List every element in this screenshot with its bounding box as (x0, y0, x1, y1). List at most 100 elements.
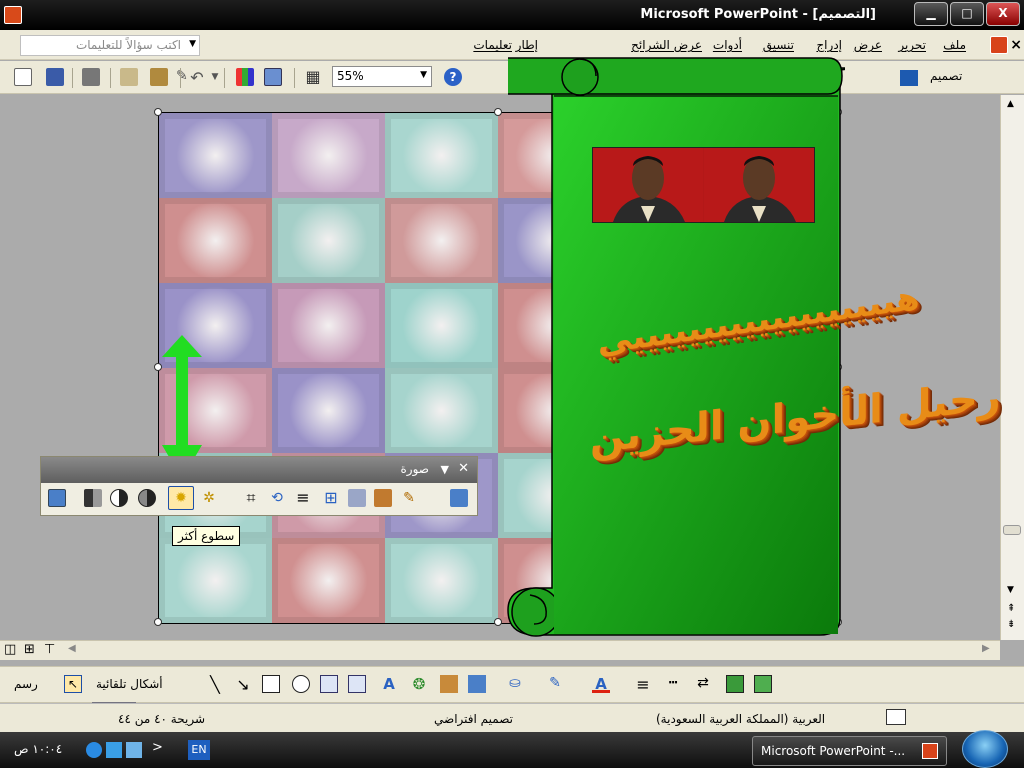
arrow-style-icon[interactable]: ⇄ (694, 675, 712, 693)
insert-picture-icon[interactable] (468, 675, 486, 693)
input-language[interactable]: EN (188, 740, 210, 760)
background-tile (272, 368, 385, 453)
font-color-icon[interactable]: A (592, 675, 610, 693)
selection-handle[interactable] (154, 618, 162, 626)
less-contrast-icon[interactable] (138, 489, 156, 507)
volume-icon[interactable] (106, 742, 122, 758)
background-tile (159, 113, 272, 198)
design-icon[interactable] (900, 70, 918, 86)
print-icon[interactable] (82, 68, 100, 86)
next-slide-icon[interactable]: ⇟ (1007, 619, 1015, 630)
portrait-photo[interactable] (592, 147, 815, 223)
status-bar: شريحة ٤٠ من ٤٤ تصميم افتراضي العربية (ال… (0, 703, 1024, 732)
menu-file[interactable]: ملف (943, 38, 966, 52)
display-icon[interactable] (126, 742, 142, 758)
recolor-picture-icon[interactable] (348, 489, 366, 507)
fill-color-icon[interactable]: ⛀ (506, 675, 524, 693)
paste-icon[interactable] (150, 68, 168, 86)
undo-icon[interactable]: ↶ (188, 68, 206, 87)
taskbar-powerpoint-button[interactable]: Microsoft PowerPoint -... (752, 736, 947, 766)
close-button[interactable]: X (986, 2, 1020, 26)
spelling-icon[interactable] (886, 709, 906, 725)
copy-icon[interactable] (120, 68, 138, 86)
autoshapes-menu[interactable]: أشكال تلقائية (96, 677, 163, 691)
wordart-icon[interactable]: A (380, 675, 398, 693)
powerpoint-app-icon[interactable] (4, 6, 22, 24)
view-buttons-bar: ◫ ⊞ ⊤ ◀ ▶ (0, 640, 1000, 660)
format-picture-icon[interactable] (374, 489, 392, 507)
menu-edit[interactable]: تحرير (898, 38, 926, 52)
clock[interactable]: ١٠:٠٤ ص (14, 742, 62, 756)
chevron-down-icon[interactable]: ▼ (441, 463, 449, 476)
insert-picture-icon[interactable] (48, 489, 66, 507)
shadow-style-icon[interactable] (726, 675, 744, 693)
scroll-down-icon[interactable]: ▼ (1007, 585, 1014, 595)
window-title: Microsoft PowerPoint - [التصميم] (640, 7, 876, 22)
close-icon[interactable]: ✕ (458, 461, 469, 476)
clip-art-icon[interactable] (440, 675, 458, 693)
line-color-icon[interactable]: ✎ (546, 675, 564, 693)
more-contrast-icon[interactable] (110, 489, 128, 507)
background-tile (159, 538, 272, 623)
vertical-text-box-icon[interactable] (348, 675, 366, 693)
select-objects-icon[interactable]: ↖ (64, 675, 82, 693)
less-brightness-icon[interactable]: ✲ (200, 489, 218, 507)
undo-dropdown-icon[interactable]: ▼ (206, 68, 224, 86)
scroll-right-icon[interactable]: ▶ (982, 643, 990, 654)
3d-style-icon[interactable] (754, 675, 772, 693)
picture-toolbar-header[interactable]: ✕ ▼ صورة (41, 457, 477, 483)
close-document-icon[interactable]: × (1010, 37, 1022, 53)
line-style-icon[interactable]: ≡ (634, 675, 652, 694)
more-brightness-icon[interactable]: ✹ (168, 486, 194, 510)
portrait-right (704, 148, 814, 222)
diagram-icon[interactable]: ❂ (410, 675, 428, 693)
color-mode-icon[interactable] (84, 489, 102, 507)
new-document-icon[interactable] (14, 68, 32, 86)
rotate-icon[interactable]: ⟲ (268, 489, 286, 507)
table-icon[interactable] (264, 68, 282, 86)
help-search-input[interactable]: اكتب سؤالاً للتعليمات ▼ (20, 35, 200, 56)
help-icon[interactable]: ? (444, 68, 462, 86)
compress-picture-icon[interactable]: ⊞ (322, 489, 340, 507)
grid-icon[interactable]: ▦ (304, 68, 322, 86)
maximize-button[interactable]: □ (950, 2, 984, 26)
reset-picture-icon[interactable] (450, 489, 468, 507)
draw-menu[interactable]: رسم (14, 677, 38, 691)
document-icon[interactable] (990, 36, 1008, 54)
minimize-button[interactable]: ▁ (914, 2, 948, 26)
background-tile (159, 198, 272, 283)
scroll-thumb[interactable] (1003, 525, 1021, 535)
scroll-left-icon[interactable]: ◀ (68, 643, 76, 654)
vertical-scrollbar[interactable]: ▲ ▼ ⇞ ⇟ (1000, 95, 1024, 640)
chart-icon[interactable] (236, 68, 254, 86)
save-icon[interactable] (46, 68, 64, 86)
oval-icon[interactable] (292, 675, 310, 693)
line-icon[interactable]: ╲ (206, 675, 224, 694)
set-transparent-color-icon[interactable]: ✎ (400, 489, 418, 507)
slide-counter: شريحة ٤٠ من ٤٤ (118, 712, 205, 726)
menu-view[interactable]: عرض (854, 38, 882, 52)
normal-view-icon[interactable]: ◫ (4, 642, 16, 657)
zoom-select[interactable]: 55% ▼ (332, 66, 432, 87)
background-tile (385, 113, 498, 198)
design-button[interactable]: تصميم (930, 69, 962, 83)
show-hidden-icons-icon[interactable]: > (152, 740, 163, 755)
rectangle-icon[interactable] (262, 675, 280, 693)
slideshow-icon[interactable]: ⊤ (44, 642, 55, 657)
crop-icon[interactable]: ⌗ (242, 489, 260, 507)
start-button[interactable] (962, 730, 1008, 768)
selection-handle[interactable] (154, 108, 162, 116)
line-style-icon[interactable]: ≡ (294, 489, 312, 507)
slide-sorter-icon[interactable]: ⊞ (24, 642, 35, 657)
background-tile (385, 283, 498, 368)
previous-slide-icon[interactable]: ⇞ (1007, 603, 1015, 614)
picture-toolbar[interactable]: ✕ ▼ صورة (40, 456, 478, 516)
network-icon[interactable] (86, 742, 102, 758)
more-brightness-tooltip: سطوع أكثر (172, 526, 241, 546)
dash-style-icon[interactable]: ┅ (664, 675, 682, 693)
title-bar: Microsoft PowerPoint - [التصميم] ▁ □ X (0, 0, 1024, 30)
scroll-up-icon[interactable]: ▲ (1007, 99, 1014, 109)
chevron-down-icon[interactable]: ▼ (189, 39, 196, 49)
arrow-icon[interactable]: ↘ (234, 675, 252, 694)
text-box-icon[interactable] (320, 675, 338, 693)
